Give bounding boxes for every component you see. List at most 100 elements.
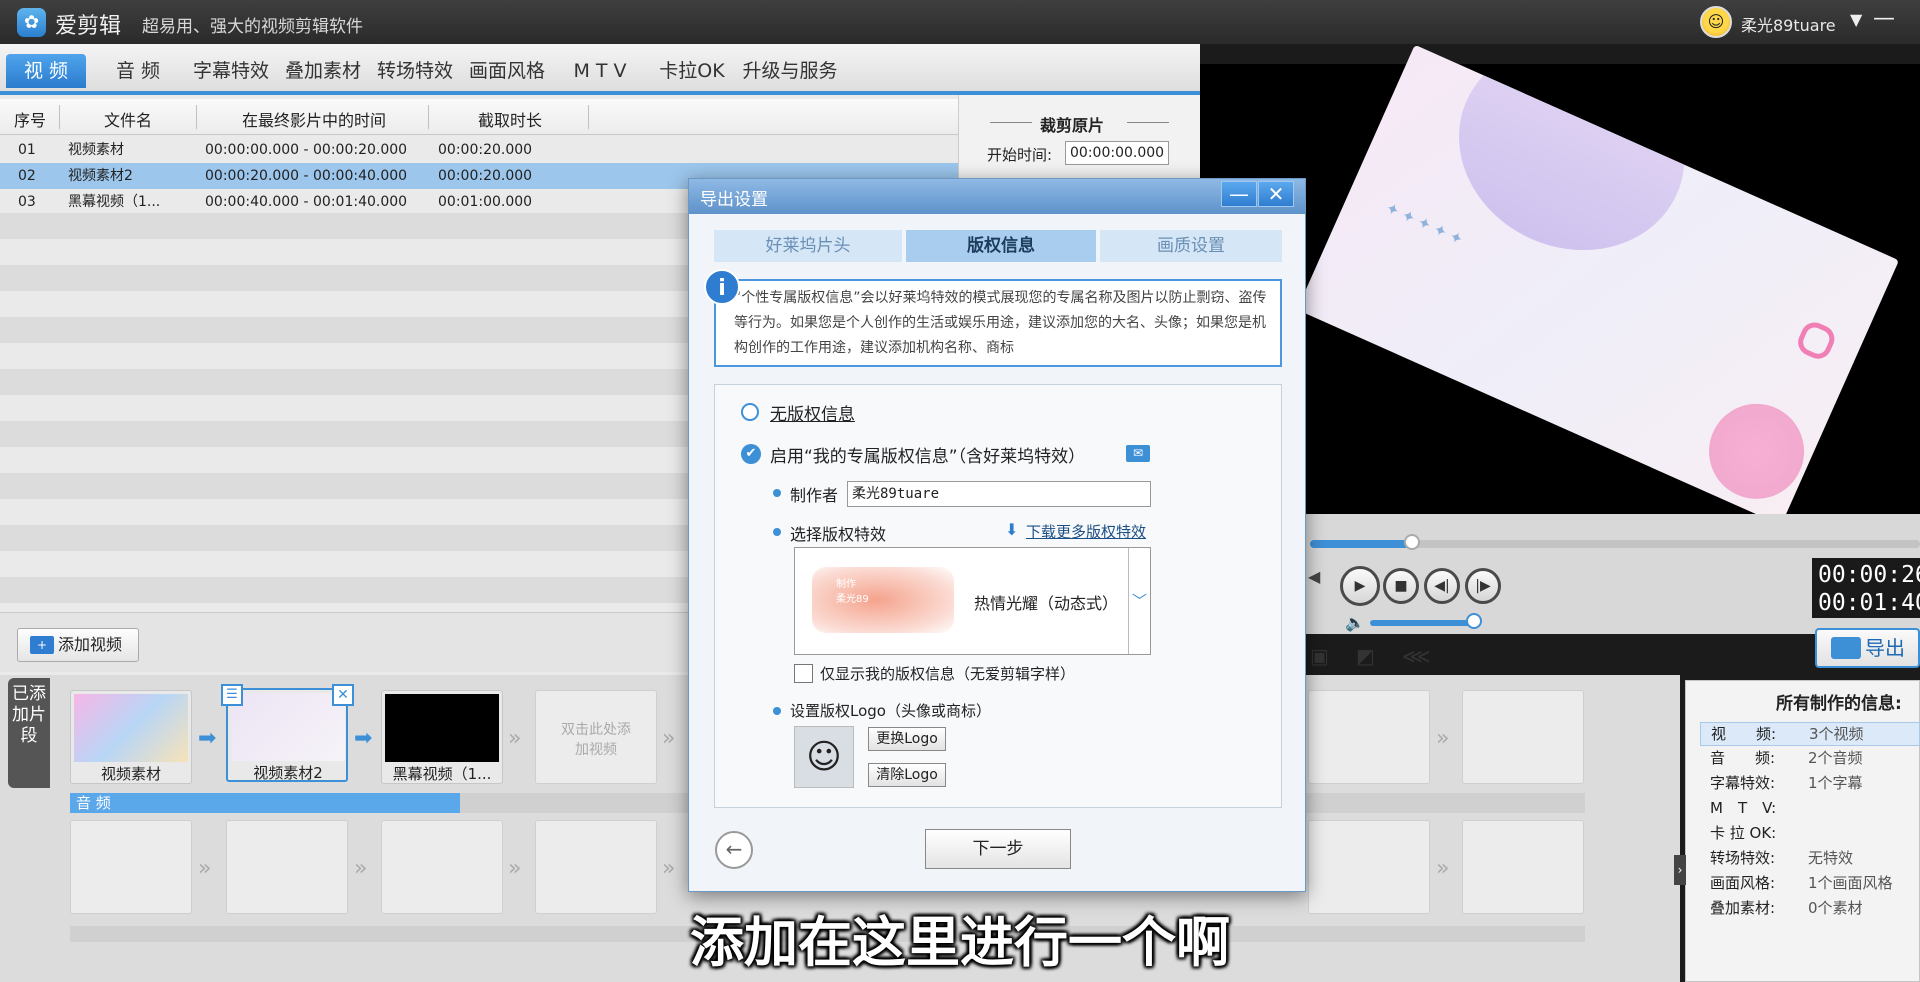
app-logo-icon: ✿ (17, 8, 46, 37)
volume-handle[interactable] (1466, 613, 1482, 629)
share-icon[interactable]: ⋘ (1402, 644, 1430, 668)
progress-handle[interactable] (1404, 534, 1420, 550)
volume-slider[interactable] (1370, 620, 1475, 626)
save-icon[interactable]: ▣ (1310, 644, 1329, 668)
tab-audio[interactable]: 音 频 (98, 54, 178, 88)
arrow-right-icon: ➡ (198, 726, 217, 751)
maker-input[interactable]: 柔光89tuare (847, 481, 1151, 507)
minimize-button[interactable]: — (1872, 6, 1896, 31)
info-key: 卡 拉 OK: (1710, 824, 1777, 842)
radio-enable-copyright[interactable]: ✔ (741, 444, 761, 464)
prev-clip-icon[interactable]: ◀ (1308, 567, 1320, 586)
stop-button[interactable]: ■ (1383, 568, 1419, 604)
time-current: 00:00:26 (1818, 562, 1920, 588)
info-title: 所有制作的信息: (1776, 694, 1902, 714)
crop-title: 裁剪原片 (1040, 116, 1105, 135)
label-no-copyright[interactable]: 无版权信息 (770, 400, 855, 425)
time-total: 00:01:40 (1818, 590, 1920, 616)
dialog-minimize-button[interactable]: — (1221, 181, 1257, 207)
username[interactable]: 柔光89tuare (1741, 12, 1836, 36)
audio-track-fill[interactable]: 音 频 (70, 793, 460, 813)
row-filename: 视频素材 (68, 142, 124, 158)
info-icon: i (704, 269, 740, 305)
empty-clip-slot[interactable] (1462, 690, 1584, 784)
empty-clip-slot[interactable]: 双击此处添加视频 (535, 690, 657, 784)
save-as-icon[interactable]: ◩ (1356, 644, 1375, 668)
only-mine-checkbox[interactable] (794, 664, 813, 683)
film-add-icon: + (30, 636, 54, 654)
change-logo-button[interactable]: 更换Logo (868, 727, 946, 751)
clip-caption: 视频素材2 (253, 764, 323, 782)
info-value: 3个视频 (1809, 725, 1864, 743)
mail-icon[interactable]: ✉ (1126, 445, 1150, 462)
step-hollywood-intro[interactable]: 好莱坞片头 (714, 230, 902, 262)
arrow-right-icon: » (508, 856, 522, 881)
radio-no-copyright[interactable] (741, 403, 759, 421)
row-filename: 视频素材2 (68, 168, 133, 184)
clip-list-icon[interactable]: ☰ (221, 684, 243, 706)
dialog-title: 导出设置 (700, 190, 768, 210)
crop-start-label: 开始时间: (987, 146, 1053, 164)
download-icon[interactable]: ⬇ (1005, 520, 1018, 539)
clear-logo-button[interactable]: 清除Logo (868, 763, 946, 787)
row-duration: 00:00:20.000 (438, 142, 533, 158)
only-mine-label[interactable]: 仅显示我的版权信息（无爱剪辑字样） (820, 663, 1075, 684)
info-row: 字幕特效: 1个字幕 (1700, 772, 1920, 796)
tab-upgrade[interactable]: 升级与服务 (740, 54, 840, 88)
user-avatar[interactable]: ☺ (1700, 6, 1732, 38)
back-arrow-icon[interactable]: ← (715, 831, 753, 869)
tab-mtv[interactable]: M T V (558, 54, 642, 88)
label-enable-copyright[interactable]: 启用“我的专属版权信息”（含好莱坞特效） (770, 442, 1085, 467)
tab-transition[interactable]: 转场特效 (374, 54, 456, 88)
table-row[interactable]: 01 视频素材 00:00:00.000 - 00:00:20.000 00:0… (0, 137, 958, 163)
timeline-clip[interactable]: 黑幕视频（1... (381, 690, 503, 784)
info-value: 1个字幕 (1808, 774, 1863, 792)
close-icon[interactable]: ✕ (332, 684, 354, 706)
panel-toggle[interactable]: › (1674, 855, 1686, 885)
video-subtitle: 添加在这里进行一个啊 (690, 911, 1230, 974)
col-filename[interactable]: 文件名 (104, 107, 152, 131)
dialog-close-button[interactable]: ✕ (1258, 181, 1294, 207)
crop-start-input[interactable]: 00:00:00.000 (1065, 141, 1169, 165)
step-forward-button[interactable]: |▶ (1465, 568, 1501, 604)
effect-name: 热情光耀（动态式） (974, 594, 1119, 613)
info-row[interactable]: 视 频: 3个视频 (1700, 722, 1920, 746)
tab-style[interactable]: 画面风格 (466, 54, 548, 88)
step-back-button[interactable]: ◀| (1424, 568, 1460, 604)
chevron-down-icon[interactable]: ﹀ (1128, 548, 1150, 654)
tab-karaoke[interactable]: 卡拉OK (652, 54, 732, 88)
info-row: 卡 拉 OK: (1700, 822, 1920, 846)
step-quality-settings[interactable]: 画质设置 (1100, 230, 1282, 262)
clip-caption: 黑幕视频（1... (392, 765, 492, 783)
info-key: 视 频: (1711, 725, 1777, 743)
col-duration[interactable]: 截取时长 (478, 107, 542, 131)
step-copyright-info[interactable]: 版权信息 (906, 230, 1096, 262)
empty-clip-slot[interactable] (1308, 690, 1430, 784)
col-time-in-film[interactable]: 在最终影片中的时间 (242, 107, 386, 131)
export-icon (1831, 637, 1861, 659)
play-button[interactable]: ▶ (1340, 566, 1380, 606)
row-range: 00:00:00.000 - 00:00:20.000 (205, 142, 408, 158)
clip-thumbnail (231, 693, 345, 761)
tab-video[interactable]: 视 频 (6, 54, 86, 88)
timeline-clip[interactable]: 视频素材 (70, 690, 192, 784)
row-duration: 00:01:00.000 (438, 194, 533, 210)
volume-icon[interactable]: 🔈 (1345, 613, 1365, 632)
maker-label: 制作者 (790, 486, 839, 505)
arrow-right-icon: » (1436, 726, 1450, 751)
row-filename: 黑幕视频（1... (68, 194, 161, 210)
time-display: 00:00:26 00:01:40 (1812, 558, 1920, 618)
row-duration: 00:00:20.000 (438, 168, 533, 184)
clip-thumbnail (74, 694, 188, 762)
app-slogan: 超易用、强大的视频剪辑软件 (142, 17, 363, 37)
timeline-clip-selected[interactable]: 视频素材2 (226, 688, 348, 782)
tab-subtitle-effects[interactable]: 字幕特效 (190, 54, 272, 88)
tab-overlay[interactable]: 叠加素材 (282, 54, 364, 88)
row-range: 00:00:20.000 - 00:00:40.000 (205, 168, 408, 184)
chevron-down-icon[interactable]: ▼ (1850, 10, 1862, 29)
dialog-title-bar[interactable] (689, 179, 1305, 214)
next-button[interactable]: 下一步 (925, 829, 1071, 869)
download-more-effects-link[interactable]: 下载更多版权特效 (1026, 521, 1146, 542)
copyright-notice: “个性专属版权信息”会以好莱坞特效的模式展现您的专属名称及图片以防止剽窃、盗传等… (714, 279, 1282, 367)
col-no[interactable]: 序号 (14, 107, 46, 131)
